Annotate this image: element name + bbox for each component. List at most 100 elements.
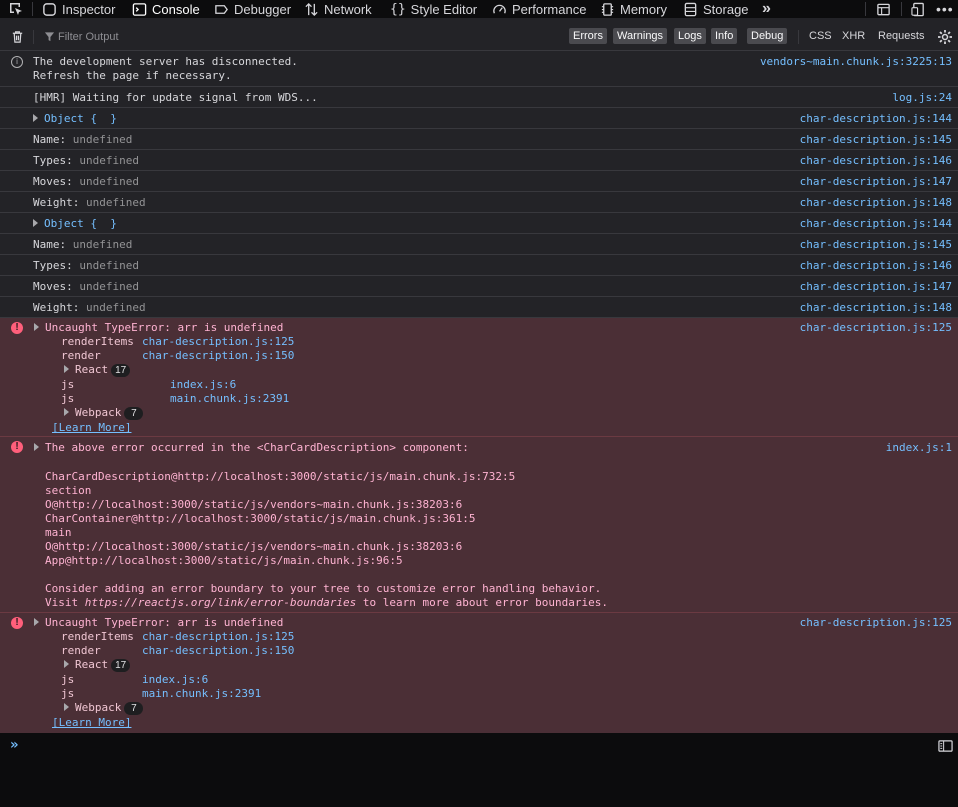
expand-arrow-icon[interactable]: [33, 219, 38, 227]
stack-group-webpack[interactable]: Webpack 7: [64, 406, 144, 420]
console-settings-button[interactable]: [937, 28, 953, 46]
stack-frame-location[interactable]: index.js:6: [170, 378, 236, 392]
message-text: Name: undefined: [33, 238, 132, 252]
console-message-object[interactable]: Object { } char-description.js:144: [0, 213, 958, 234]
stack-group-label: Webpack: [75, 406, 122, 419]
error-message: The above error occurred in the <CharCar…: [45, 441, 469, 454]
js-input[interactable]: [30, 739, 910, 755]
tab-storage[interactable]: Storage: [683, 0, 749, 18]
tab-memory-label: Memory: [620, 1, 667, 17]
learn-more-link[interactable]: [Learn More]: [52, 421, 131, 435]
message-location-link[interactable]: char-description.js:146: [800, 154, 952, 168]
message-key: Name:: [33, 133, 67, 146]
tab-debugger-label: Debugger: [234, 1, 292, 17]
message-value: undefined: [72, 133, 133, 146]
error-text[interactable]: The above error occurred in the <CharCar…: [34, 441, 469, 455]
message-location-link[interactable]: char-description.js:144: [800, 217, 952, 231]
message-location-link[interactable]: char-description.js:125: [800, 321, 952, 335]
filter-requests-button[interactable]: Requests: [878, 28, 924, 44]
message-location-link[interactable]: vendors~main.chunk.js:3225:13: [760, 55, 952, 69]
message-location-link[interactable]: char-description.js:148: [800, 196, 952, 210]
message-key: Name:: [33, 238, 67, 251]
tab-network[interactable]: Network: [304, 0, 372, 18]
component-stack-line: O@http://localhost:3000/static/js/vendor…: [45, 540, 463, 553]
error-boundaries-url[interactable]: https://reactjs.org/link/error-boundarie…: [85, 596, 357, 609]
more-options-button[interactable]: •••: [936, 0, 954, 18]
devtools-toolbar: Inspector Console Debugger Network {} St…: [0, 0, 958, 18]
message-value: undefined: [79, 259, 139, 272]
tab-inspector[interactable]: Inspector: [42, 0, 115, 18]
message-location-link[interactable]: char-description.js:145: [800, 133, 952, 147]
memory-icon: [601, 2, 614, 16]
filter-xhr-button[interactable]: XHR: [842, 28, 865, 44]
stack-group-react[interactable]: React 17: [64, 363, 131, 377]
filter-debug-button[interactable]: Debug: [747, 28, 788, 44]
expand-arrow-icon[interactable]: [34, 323, 39, 331]
expand-arrow-icon[interactable]: [33, 114, 38, 122]
message-location-link[interactable]: char-description.js:148: [800, 301, 952, 315]
object-preview: Object { }: [33, 112, 117, 126]
tab-performance[interactable]: Performance: [492, 0, 586, 18]
message-location-link[interactable]: char-description.js:146: [800, 259, 952, 273]
tab-memory[interactable]: Memory: [600, 0, 667, 18]
element-picker-button[interactable]: [8, 0, 24, 18]
split-editor-icon: [938, 740, 953, 752]
console-message-object[interactable]: Object { } char-description.js:144: [0, 108, 958, 129]
tab-console[interactable]: Console: [132, 0, 200, 18]
message-location-link[interactable]: char-description.js:144: [800, 112, 952, 126]
console-message: Name: undefined char-description.js:145: [0, 129, 958, 150]
frame-select-button[interactable]: [876, 0, 891, 18]
message-location-link[interactable]: char-description.js:147: [800, 175, 952, 189]
stack-frame-location[interactable]: char-description.js:125: [142, 335, 294, 349]
tab-debugger[interactable]: Debugger: [214, 0, 291, 18]
error-text[interactable]: Uncaught TypeError: arr is undefined: [34, 321, 283, 335]
stack-frame-location[interactable]: char-description.js:125: [142, 630, 294, 644]
message-value: undefined: [85, 196, 146, 209]
filter-warnings-button[interactable]: Warnings: [613, 28, 668, 44]
message-text: Weight: undefined: [33, 301, 146, 315]
expand-arrow-icon[interactable]: [34, 443, 39, 451]
stack-group-webpack[interactable]: Webpack 7: [64, 701, 144, 715]
console-input-area[interactable]: »: [0, 733, 958, 807]
tab-style-editor[interactable]: {} Style Editor: [390, 0, 477, 18]
stack-group-count-badge: 7: [124, 702, 144, 715]
stack-frame-function: js: [61, 687, 75, 700]
message-location-link[interactable]: char-description.js:145: [800, 238, 952, 252]
filter-logs-button[interactable]: Logs: [674, 28, 706, 44]
message-location-link[interactable]: log.js:24: [892, 91, 952, 105]
stack-frame-location[interactable]: char-description.js:150: [142, 644, 294, 658]
stack-frame-location[interactable]: index.js:6: [142, 673, 208, 687]
stack-frame-function: js: [61, 673, 75, 686]
stack-group-react[interactable]: React 17: [64, 658, 131, 672]
storage-icon: [684, 2, 697, 16]
object-text[interactable]: Object { }: [44, 112, 117, 125]
filter-css-button[interactable]: CSS: [809, 28, 832, 44]
stack-frame-location[interactable]: main.chunk.js:2391: [170, 392, 289, 406]
expand-arrow-icon[interactable]: [64, 365, 69, 373]
error-text[interactable]: Uncaught TypeError: arr is undefined: [34, 616, 283, 630]
learn-more-link[interactable]: [Learn More]: [52, 716, 131, 730]
message-key: Types:: [33, 259, 73, 272]
console-message: Weight: undefined char-description.js:14…: [0, 192, 958, 213]
message-location-link[interactable]: char-description.js:125: [800, 616, 952, 630]
expand-arrow-icon[interactable]: [64, 703, 69, 711]
error-boundary-hint: Consider adding an error boundary to you…: [45, 582, 602, 595]
stack-frame-location[interactable]: main.chunk.js:2391: [142, 687, 261, 701]
tabs-overflow-button[interactable]: »: [762, 0, 771, 18]
expand-arrow-icon[interactable]: [64, 660, 69, 668]
filter-divider: [798, 30, 799, 44]
editor-mode-toggle-button[interactable]: [938, 737, 953, 755]
message-location-link[interactable]: char-description.js:147: [800, 280, 952, 294]
stack-group-label: React: [75, 658, 109, 671]
console-message-error: ! Uncaught TypeError: arr is undefined c…: [0, 318, 958, 437]
object-text[interactable]: Object { }: [44, 217, 117, 230]
clear-console-button[interactable]: [10, 28, 25, 46]
message-location-link[interactable]: index.js:1: [886, 441, 952, 455]
expand-arrow-icon[interactable]: [64, 408, 69, 416]
expand-arrow-icon[interactable]: [34, 618, 39, 626]
filter-info-button[interactable]: Info: [711, 28, 738, 44]
filter-errors-button[interactable]: Errors: [569, 28, 607, 44]
filter-output-input[interactable]: [58, 29, 358, 45]
stack-frame-location[interactable]: char-description.js:150: [142, 349, 294, 363]
responsive-design-button[interactable]: [911, 0, 926, 18]
